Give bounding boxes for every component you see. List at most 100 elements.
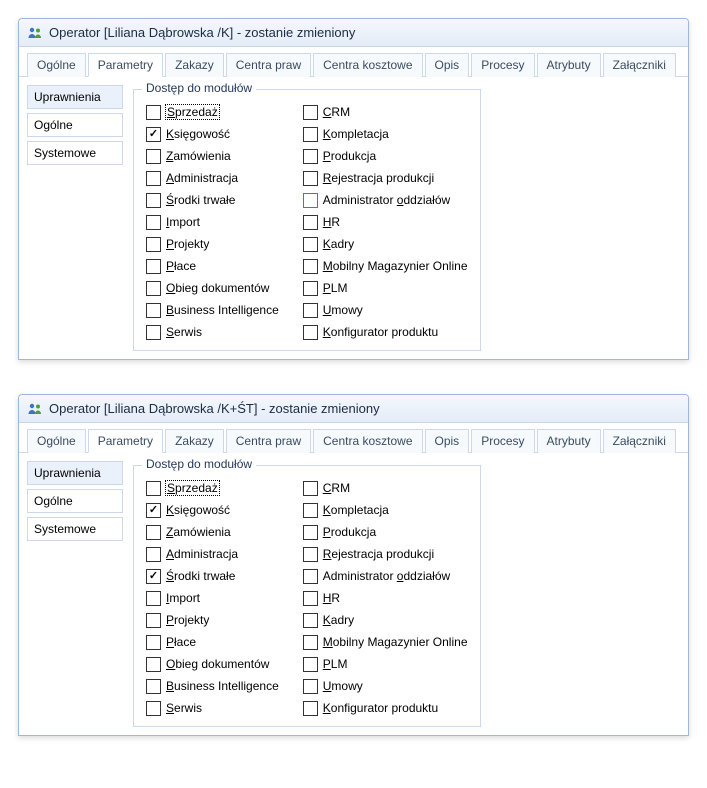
- module-row-obieg-dokument-w[interactable]: Obieg dokumentów: [146, 278, 279, 298]
- module-row-administrator-oddzia-w[interactable]: Administrator oddziałów: [303, 190, 468, 210]
- checkbox-mobilny-magazynier-online[interactable]: [303, 635, 318, 650]
- checkbox-administracja[interactable]: [146, 171, 161, 186]
- checkbox-label-zam-wienia[interactable]: Zamówienia: [166, 149, 231, 163]
- checkbox-plm[interactable]: [303, 281, 318, 296]
- module-row-crm[interactable]: CRM: [303, 478, 468, 498]
- checkbox-label-hr[interactable]: HR: [323, 591, 340, 605]
- checkbox-label-rodki-trwa-e[interactable]: Środki trwałe: [166, 569, 235, 583]
- checkbox-administrator-oddzia-w[interactable]: [303, 569, 318, 584]
- module-row-rejestracja-produkcji[interactable]: Rejestracja produkcji: [303, 544, 468, 564]
- checkbox-label-kompletacja[interactable]: Kompletacja: [323, 503, 389, 517]
- sidebar-item-systemowe[interactable]: Systemowe: [27, 517, 123, 541]
- tab-opis[interactable]: Opis: [425, 429, 470, 453]
- checkbox-label-ksi-gowo[interactable]: Księgowość: [166, 127, 230, 141]
- module-row-import[interactable]: Import: [146, 212, 279, 232]
- checkbox-label-umowy[interactable]: Umowy: [323, 679, 363, 693]
- checkbox-label-projekty[interactable]: Projekty: [166, 237, 209, 251]
- module-row-hr[interactable]: HR: [303, 588, 468, 608]
- module-row-plm[interactable]: PLM: [303, 278, 468, 298]
- checkbox-ksi-gowo[interactable]: [146, 127, 161, 142]
- checkbox-serwis[interactable]: [146, 325, 161, 340]
- module-row-konfigurator-produktu[interactable]: Konfigurator produktu: [303, 698, 468, 718]
- module-row-obieg-dokument-w[interactable]: Obieg dokumentów: [146, 654, 279, 674]
- module-row-ksi-gowo[interactable]: Księgowość: [146, 500, 279, 520]
- checkbox-administracja[interactable]: [146, 547, 161, 562]
- checkbox-label-import[interactable]: Import: [166, 215, 200, 229]
- module-row-produkcja[interactable]: Produkcja: [303, 146, 468, 166]
- module-row-kompletacja[interactable]: Kompletacja: [303, 500, 468, 520]
- tab-procesy[interactable]: Procesy: [471, 53, 534, 77]
- checkbox-konfigurator-produktu[interactable]: [303, 701, 318, 716]
- tab-og-lne[interactable]: Ogólne: [27, 53, 86, 77]
- module-row-projekty[interactable]: Projekty: [146, 610, 279, 630]
- checkbox-label-rejestracja-produkcji[interactable]: Rejestracja produkcji: [323, 171, 434, 185]
- module-row-serwis[interactable]: Serwis: [146, 322, 279, 342]
- checkbox-rejestracja-produkcji[interactable]: [303, 171, 318, 186]
- checkbox-kadry[interactable]: [303, 237, 318, 252]
- checkbox-crm[interactable]: [303, 481, 318, 496]
- checkbox-kompletacja[interactable]: [303, 503, 318, 518]
- sidebar-item-uprawnienia[interactable]: Uprawnienia: [27, 461, 123, 485]
- checkbox-label-zam-wienia[interactable]: Zamówienia: [166, 525, 231, 539]
- tab-parametry[interactable]: Parametry: [88, 53, 163, 77]
- module-row-rodki-trwa-e[interactable]: Środki trwałe: [146, 566, 279, 586]
- checkbox-sprzeda[interactable]: [146, 481, 161, 496]
- tab-atrybuty[interactable]: Atrybuty: [537, 53, 601, 77]
- tab-centra-kosztowe[interactable]: Centra kosztowe: [313, 429, 422, 453]
- checkbox-rodki-trwa-e[interactable]: [146, 569, 161, 584]
- module-row-administracja[interactable]: Administracja: [146, 168, 279, 188]
- checkbox-hr[interactable]: [303, 215, 318, 230]
- checkbox-kompletacja[interactable]: [303, 127, 318, 142]
- checkbox-label-produkcja[interactable]: Produkcja: [323, 149, 376, 163]
- checkbox-label-business-intelligence[interactable]: Business Intelligence: [166, 303, 279, 317]
- checkbox-projekty[interactable]: [146, 613, 161, 628]
- checkbox-label-import[interactable]: Import: [166, 591, 200, 605]
- tab-parametry[interactable]: Parametry: [88, 429, 163, 453]
- checkbox-business-intelligence[interactable]: [146, 303, 161, 318]
- checkbox-label-serwis[interactable]: Serwis: [166, 325, 202, 339]
- module-row-serwis[interactable]: Serwis: [146, 698, 279, 718]
- checkbox-crm[interactable]: [303, 105, 318, 120]
- checkbox-import[interactable]: [146, 215, 161, 230]
- checkbox-label-p-ace[interactable]: Płace: [166, 635, 196, 649]
- checkbox-label-rodki-trwa-e[interactable]: Środki trwałe: [166, 193, 235, 207]
- checkbox-label-administrator-oddzia-w[interactable]: Administrator oddziałów: [323, 193, 450, 207]
- tab-centra-praw[interactable]: Centra praw: [226, 53, 311, 77]
- checkbox-p-ace[interactable]: [146, 635, 161, 650]
- tab-opis[interactable]: Opis: [425, 53, 470, 77]
- checkbox-import[interactable]: [146, 591, 161, 606]
- checkbox-label-plm[interactable]: PLM: [323, 657, 348, 671]
- checkbox-label-business-intelligence[interactable]: Business Intelligence: [166, 679, 279, 693]
- checkbox-label-kadry[interactable]: Kadry: [323, 237, 354, 251]
- checkbox-label-sprzeda[interactable]: Sprzedaż: [166, 481, 219, 495]
- checkbox-label-konfigurator-produktu[interactable]: Konfigurator produktu: [323, 701, 438, 715]
- checkbox-plm[interactable]: [303, 657, 318, 672]
- checkbox-umowy[interactable]: [303, 303, 318, 318]
- checkbox-label-rejestracja-produkcji[interactable]: Rejestracja produkcji: [323, 547, 434, 561]
- module-row-business-intelligence[interactable]: Business Intelligence: [146, 300, 279, 320]
- checkbox-administrator-oddzia-w[interactable]: [303, 193, 318, 208]
- checkbox-hr[interactable]: [303, 591, 318, 606]
- checkbox-label-umowy[interactable]: Umowy: [323, 303, 363, 317]
- checkbox-zam-wienia[interactable]: [146, 525, 161, 540]
- checkbox-zam-wienia[interactable]: [146, 149, 161, 164]
- module-row-kadry[interactable]: Kadry: [303, 234, 468, 254]
- sidebar-item-uprawnienia[interactable]: Uprawnienia: [27, 85, 123, 109]
- checkbox-label-kadry[interactable]: Kadry: [323, 613, 354, 627]
- checkbox-mobilny-magazynier-online[interactable]: [303, 259, 318, 274]
- checkbox-serwis[interactable]: [146, 701, 161, 716]
- checkbox-label-ksi-gowo[interactable]: Księgowość: [166, 503, 230, 517]
- module-row-zam-wienia[interactable]: Zamówienia: [146, 146, 279, 166]
- module-row-rejestracja-produkcji[interactable]: Rejestracja produkcji: [303, 168, 468, 188]
- module-row-plm[interactable]: PLM: [303, 654, 468, 674]
- checkbox-label-mobilny-magazynier-online[interactable]: Mobilny Magazynier Online: [323, 635, 468, 649]
- module-row-administracja[interactable]: Administracja: [146, 544, 279, 564]
- checkbox-label-konfigurator-produktu[interactable]: Konfigurator produktu: [323, 325, 438, 339]
- tab-zakazy[interactable]: Zakazy: [165, 53, 224, 77]
- module-row-umowy[interactable]: Umowy: [303, 300, 468, 320]
- checkbox-label-p-ace[interactable]: Płace: [166, 259, 196, 273]
- checkbox-label-kompletacja[interactable]: Kompletacja: [323, 127, 389, 141]
- checkbox-ksi-gowo[interactable]: [146, 503, 161, 518]
- checkbox-label-obieg-dokument-w[interactable]: Obieg dokumentów: [166, 281, 269, 295]
- module-row-mobilny-magazynier-online[interactable]: Mobilny Magazynier Online: [303, 632, 468, 652]
